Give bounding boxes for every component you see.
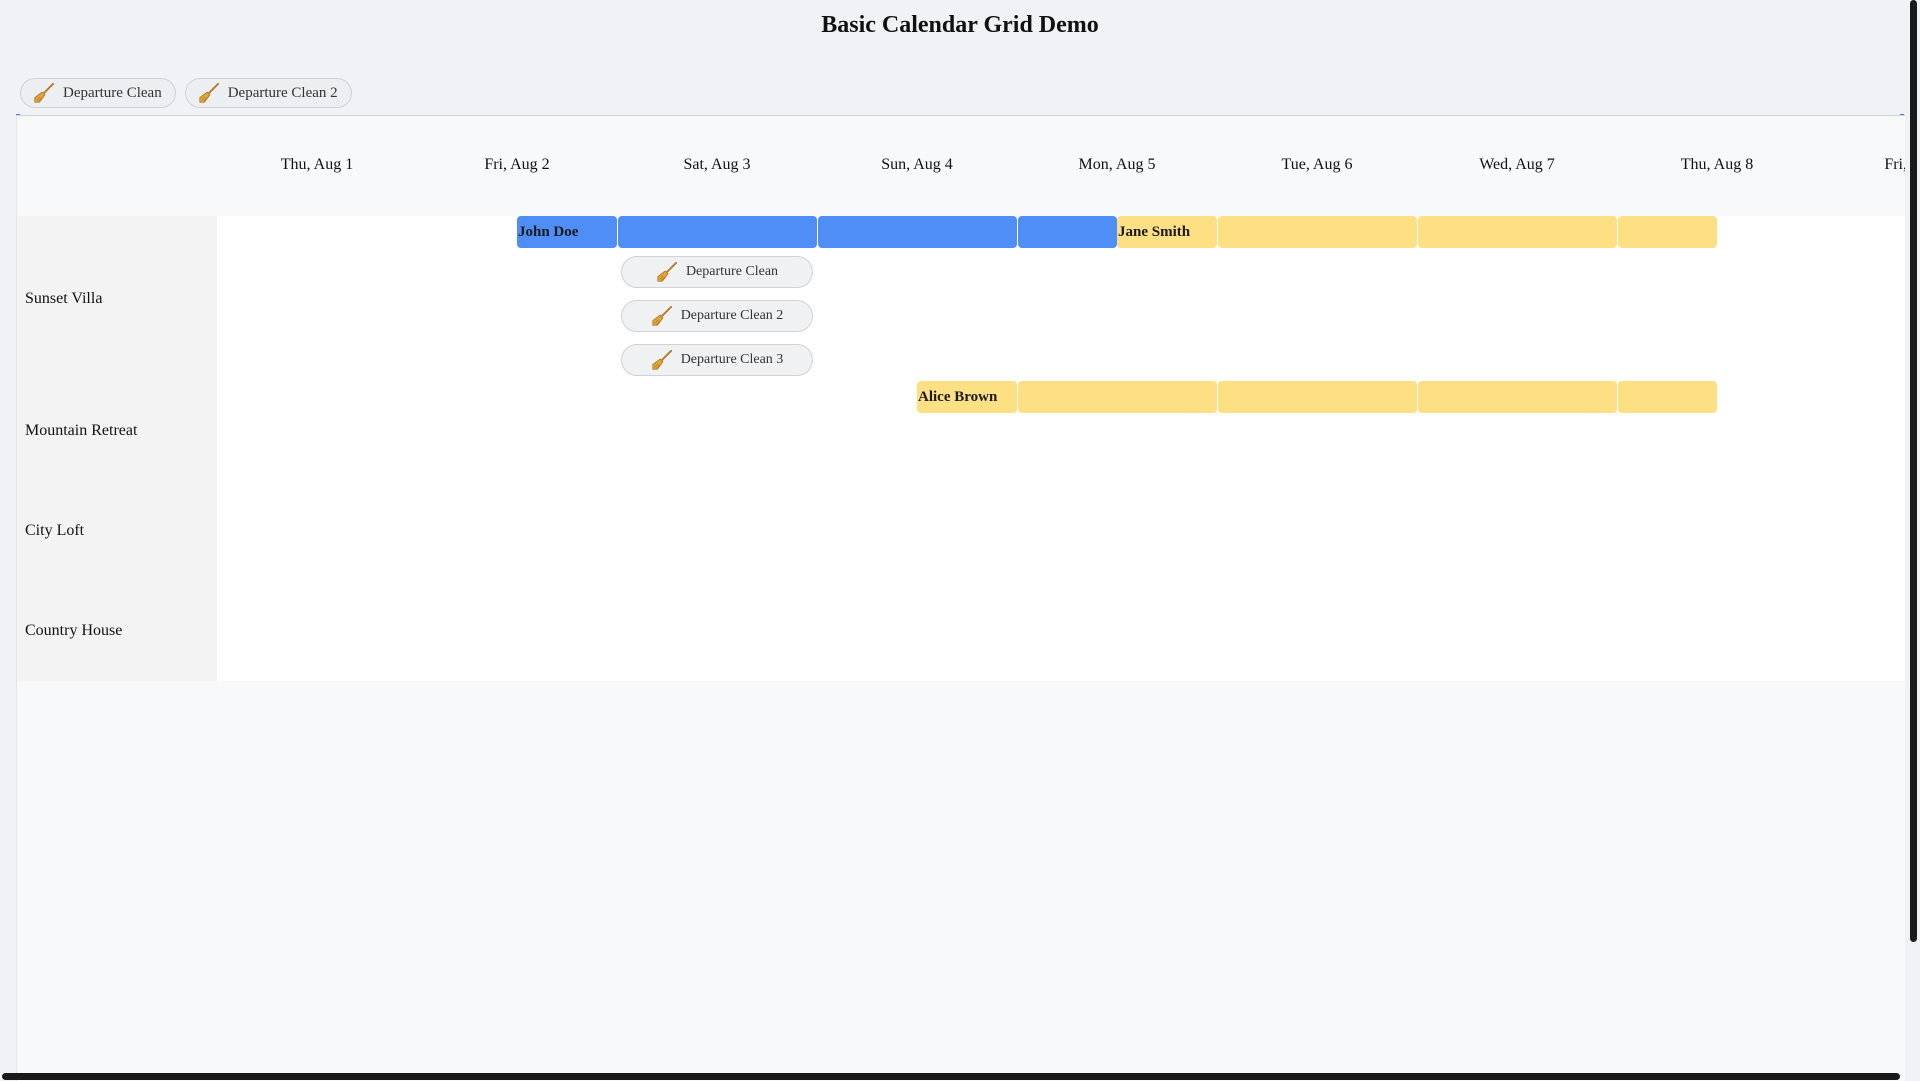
- property-label: Sunset Villa: [25, 290, 103, 307]
- property-label: Country House: [25, 622, 123, 639]
- booking-alice-brown-segment[interactable]: [1618, 381, 1717, 413]
- page-title: Basic Calendar Grid Demo: [821, 12, 1099, 38]
- chip-label: Departure Clean: [63, 84, 162, 101]
- booking-guest-name: Alice Brown: [918, 389, 998, 405]
- vertical-scrollbar[interactable]: [1910, 0, 1917, 942]
- booking-jane-smith-segment[interactable]: [1218, 216, 1417, 248]
- date-header: Fri, Aug 9: [1884, 156, 1905, 173]
- booking-guest-name: John Doe: [518, 224, 579, 240]
- date-header: Thu, Aug 8: [1680, 156, 1754, 173]
- calendar-cells[interactable]: [217, 216, 1905, 681]
- booking-alice-brown-segment[interactable]: [1018, 381, 1217, 413]
- task-departure-clean-3[interactable]: Departure Clean 3: [621, 344, 813, 376]
- task-label: Departure Clean 2: [680, 308, 784, 323]
- broom-icon: [651, 349, 673, 371]
- broom-icon: [651, 305, 673, 327]
- chip-label: Departure Clean 2: [227, 84, 338, 101]
- broom-icon: [198, 82, 220, 104]
- booking-alice-brown-segment[interactable]: [1418, 381, 1617, 413]
- departure-clean-chip[interactable]: Departure Clean: [20, 78, 176, 108]
- task-departure-clean-2[interactable]: Departure Clean 2: [621, 300, 813, 332]
- broom-icon: [656, 261, 678, 283]
- date-header: Sun, Aug 4: [881, 156, 953, 173]
- property-label: Mountain Retreat: [25, 422, 138, 439]
- task-label: Departure Clean: [685, 264, 779, 279]
- property-column: Sunset Villa Mountain Retreat City Loft …: [17, 216, 217, 681]
- date-header: Sat, Aug 3: [683, 156, 751, 173]
- booking-john-doe-segment[interactable]: [618, 216, 817, 248]
- date-header: Wed, Aug 7: [1479, 156, 1555, 173]
- departure-clean-2-chip[interactable]: Departure Clean 2: [184, 78, 352, 108]
- date-header: Thu, Aug 1: [280, 156, 354, 173]
- broom-icon: [33, 82, 55, 104]
- task-chip-toolbar: Departure Clean Departure Clean 2: [20, 78, 352, 108]
- property-rows: Sunset Villa Mountain Retreat City Loft …: [17, 216, 1905, 681]
- task-label: Departure Clean 3: [680, 352, 784, 367]
- booking-john-doe-segment[interactable]: [818, 216, 1017, 248]
- booking-jane-smith-segment[interactable]: [1418, 216, 1617, 248]
- horizontal-scrollbar[interactable]: [2, 1073, 1900, 1080]
- date-header: Tue, Aug 6: [1281, 156, 1353, 173]
- calendar-grid: Thu, Aug 1 Fri, Aug 2 Sat, Aug 3 Sun, Au…: [16, 115, 1905, 1081]
- date-header-row: Thu, Aug 1 Fri, Aug 2 Sat, Aug 3 Sun, Au…: [17, 116, 1905, 216]
- booking-jane-smith-segment[interactable]: [1618, 216, 1717, 248]
- booking-guest-name: Jane Smith: [1118, 224, 1191, 240]
- booking-john-doe-segment[interactable]: [1018, 216, 1117, 248]
- booking-alice-brown-segment[interactable]: [1218, 381, 1417, 413]
- date-header: Fri, Aug 2: [484, 156, 550, 173]
- task-departure-clean[interactable]: Departure Clean: [621, 256, 813, 288]
- property-label: City Loft: [25, 522, 85, 539]
- date-header: Mon, Aug 5: [1078, 156, 1156, 173]
